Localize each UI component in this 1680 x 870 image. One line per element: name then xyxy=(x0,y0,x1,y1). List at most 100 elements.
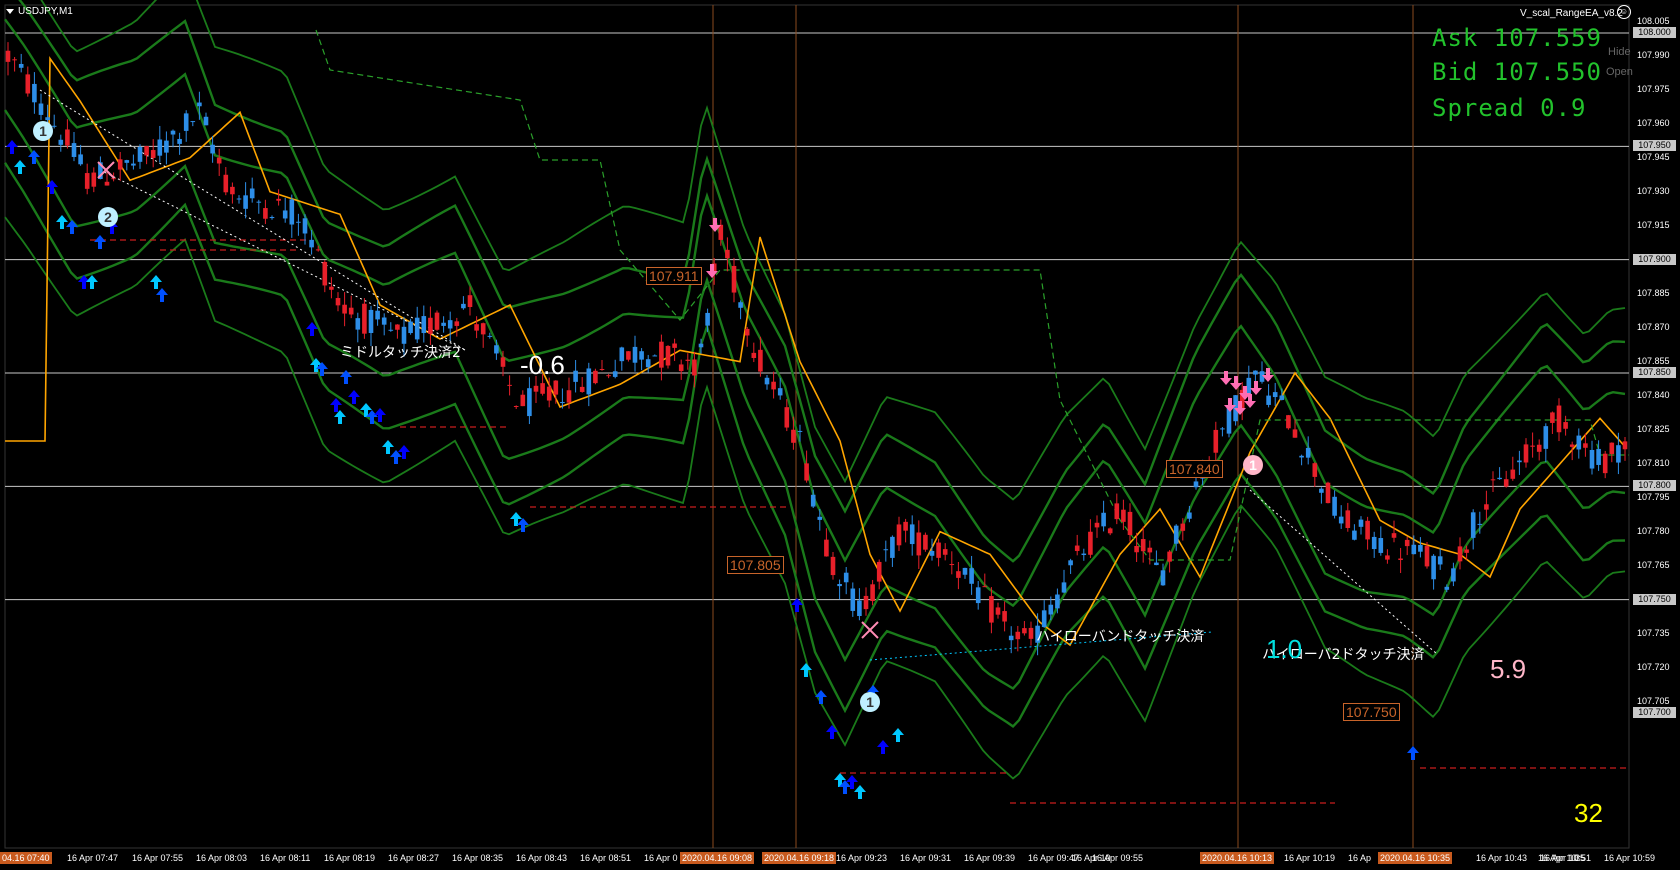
candle-body xyxy=(157,139,163,156)
candle-body xyxy=(414,317,420,340)
candle-body xyxy=(1589,449,1595,469)
time-marker-label: 2020.04.16 10:35 xyxy=(1378,852,1453,864)
chevron-down-icon[interactable] xyxy=(6,8,14,14)
candle-body xyxy=(685,359,691,361)
candle-body xyxy=(1180,523,1186,531)
candle-body xyxy=(1371,536,1377,550)
candle-body xyxy=(1602,453,1608,474)
price-label: 107.840 xyxy=(1166,460,1223,478)
candle-body xyxy=(71,143,77,157)
price-tick: 107.870 xyxy=(1637,321,1670,332)
time-tick: 16 Apr 07:55 xyxy=(132,853,184,863)
candle-body xyxy=(1457,546,1463,562)
entry-badge: 1 xyxy=(860,692,880,712)
candle-body xyxy=(916,532,922,556)
candle-body xyxy=(850,588,856,611)
hilo-touch-label: ハイローバンドタッチ決済 xyxy=(1036,629,1205,645)
candle-body xyxy=(487,335,493,337)
candle-body xyxy=(639,351,644,360)
candle-body xyxy=(1253,370,1258,375)
candle-body xyxy=(1444,586,1450,590)
candle-body xyxy=(771,381,776,390)
candle-body xyxy=(843,572,849,583)
candle-body xyxy=(1345,510,1351,528)
time-tick: 16 Apr 08:51 xyxy=(580,853,632,863)
candle-body xyxy=(223,174,229,193)
candle-body xyxy=(1088,531,1093,555)
candle-body xyxy=(593,370,598,384)
symbol-label: USDJPY,M1 xyxy=(6,6,73,17)
candle-body xyxy=(5,50,11,62)
candle-body xyxy=(837,584,842,587)
candle-body xyxy=(1503,479,1509,487)
candle-body xyxy=(619,347,625,362)
open-button[interactable]: Open xyxy=(1606,66,1633,78)
candle-body xyxy=(494,345,499,354)
time-tick: 16 Apr 10: xyxy=(1538,853,1580,863)
bollinger-band xyxy=(4,18,1626,608)
candle-body xyxy=(243,195,248,209)
candle-body xyxy=(876,561,882,582)
result-value: -0.6 xyxy=(520,350,565,380)
candle-body xyxy=(170,130,176,135)
candle-body xyxy=(137,147,143,162)
candle-body xyxy=(289,199,295,225)
entry-badge: 1 xyxy=(33,121,53,141)
price-tick: 107.795 xyxy=(1637,491,1670,502)
time-tick: 16 Apr 0 xyxy=(644,853,678,863)
time-marker-label: 2020.04.16 09:18 xyxy=(762,852,837,864)
hide-button[interactable]: Hide xyxy=(1608,46,1631,58)
candle-body xyxy=(1015,631,1021,640)
price-level-label: 107.800 xyxy=(1633,480,1676,492)
candle-body xyxy=(1319,488,1324,493)
plot-frame xyxy=(4,4,1630,849)
candle-body xyxy=(560,401,565,404)
candle-body xyxy=(883,549,889,551)
candle-body xyxy=(1074,545,1080,551)
candle-body xyxy=(817,516,823,520)
time-tick: 16 Apr 09:39 xyxy=(964,853,1016,863)
candle-body xyxy=(698,343,704,348)
candle-body xyxy=(612,371,618,377)
price-level-label: 107.950 xyxy=(1633,140,1676,152)
candle-body xyxy=(38,103,44,115)
candle-body xyxy=(1101,512,1106,527)
bollinger-band xyxy=(4,109,1626,691)
candle-body xyxy=(1173,525,1179,544)
candle-body xyxy=(804,463,809,481)
result-value: 5.9 xyxy=(1490,654,1527,684)
candle-body xyxy=(447,320,453,329)
price-tick: 107.780 xyxy=(1637,525,1670,536)
candle-body xyxy=(1312,463,1318,477)
buy-arrow-icon xyxy=(826,725,838,739)
candle-body xyxy=(1424,546,1430,567)
candle-body xyxy=(1121,509,1126,522)
middle-touch-label: ミドルタッチ決済2 xyxy=(340,345,461,361)
candle-body xyxy=(467,295,473,307)
time-tick: 16 Apr 08:27 xyxy=(388,853,440,863)
price-level-label: 107.850 xyxy=(1633,367,1676,378)
time-marker-label: 2020.04.16 10:13 xyxy=(1200,852,1275,864)
candle-body xyxy=(1299,455,1304,458)
buy-arrow-icon xyxy=(150,275,162,289)
price-tick: 107.855 xyxy=(1637,355,1670,366)
candle-body xyxy=(84,173,90,189)
candle-body xyxy=(672,343,677,348)
price-chart[interactable] xyxy=(0,0,1680,870)
price-tick: 107.990 xyxy=(1637,49,1670,60)
candle-body xyxy=(1022,628,1027,634)
buy-arrow-icon xyxy=(94,235,106,249)
ea-smile-icon[interactable]: ☺ xyxy=(1617,5,1631,19)
price-tick: 107.765 xyxy=(1637,559,1670,570)
candle-body xyxy=(1510,469,1516,479)
candle-body xyxy=(190,121,196,123)
candle-body xyxy=(982,586,988,588)
candle-body xyxy=(282,210,288,219)
time-tick: 16 Apr 10:43 xyxy=(1476,853,1528,863)
candle-body xyxy=(527,388,532,417)
candle-body xyxy=(1134,545,1139,553)
candle-body xyxy=(408,321,413,334)
candle-body xyxy=(1556,405,1562,433)
candle-body xyxy=(441,322,446,326)
candle-body xyxy=(1325,482,1331,504)
